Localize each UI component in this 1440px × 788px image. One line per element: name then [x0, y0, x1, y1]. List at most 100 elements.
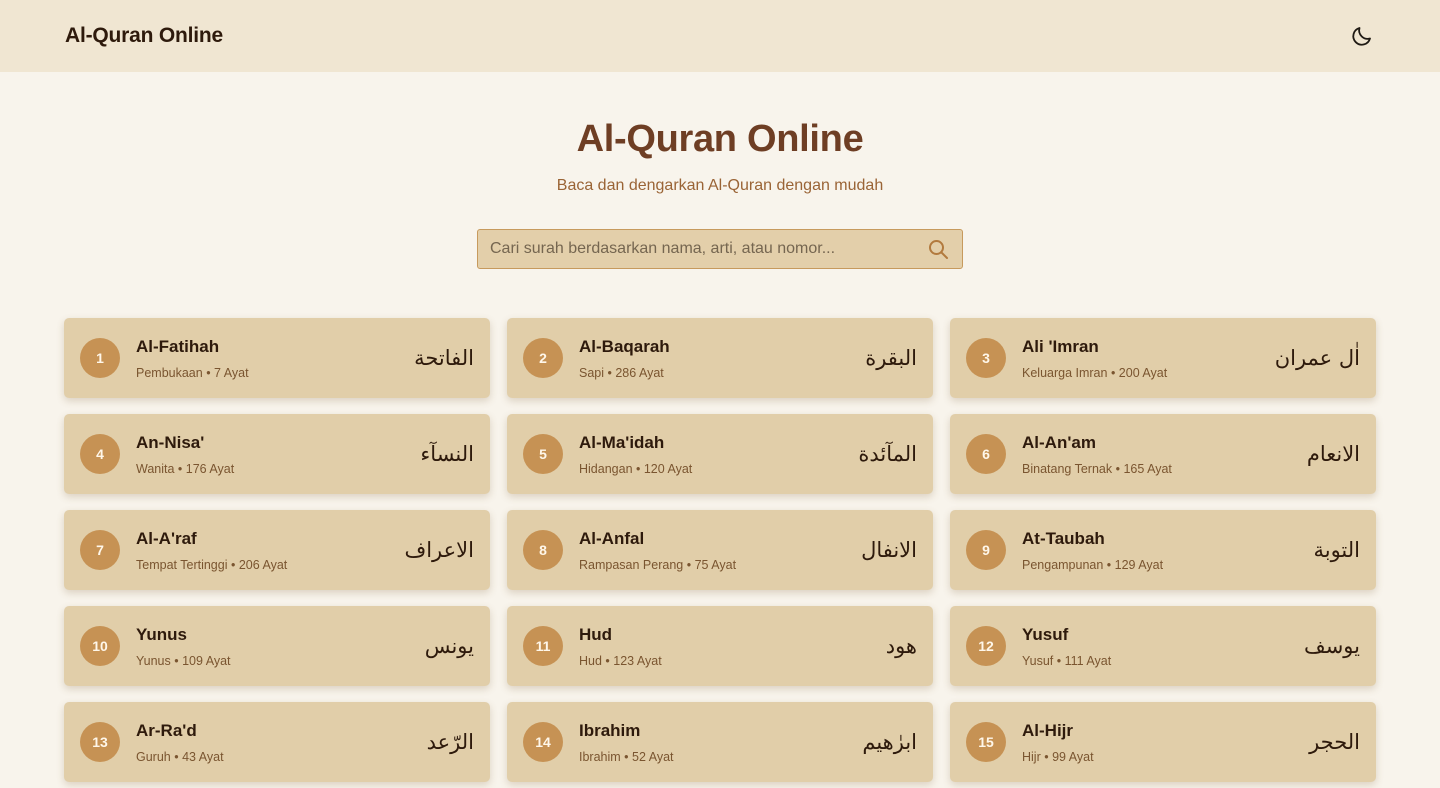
brand-title[interactable]: Al-Quran Online — [65, 24, 223, 48]
surah-info: Ar-Ra'd Guruh • 43 Ayat — [136, 721, 427, 764]
surah-number-badge: 1 — [80, 338, 120, 378]
surah-card[interactable]: 10 Yunus Yunus • 109 Ayat يونس — [64, 606, 490, 686]
search-input[interactable] — [490, 240, 926, 258]
surah-arabic-name: الرّعد — [426, 730, 474, 754]
surah-latin-name: Al-Anfal — [579, 528, 645, 548]
surah-latin-name: An-Nisa' — [136, 432, 205, 452]
surah-info: Ibrahim Ibrahim • 52 Ayat — [579, 721, 862, 764]
surah-arabic-name: ابرٰهيم — [862, 730, 917, 754]
surah-info: Al-A'raf Tempat Tertinggi • 206 Ayat — [136, 529, 404, 572]
surah-arabic-name: النسآء — [420, 442, 474, 466]
page-subtitle: Baca dan dengarkan Al-Quran dengan mudah — [556, 177, 884, 194]
surah-card[interactable]: 2 Al-Baqarah Sapi • 286 Ayat البقرة — [507, 318, 933, 398]
surah-card[interactable]: 8 Al-Anfal Rampasan Perang • 75 Ayat الانفا… — [507, 510, 933, 590]
navbar: Al-Quran Online — [0, 0, 1440, 72]
search-icon[interactable] — [926, 237, 950, 261]
surah-latin-name: Al-A'raf — [136, 528, 197, 548]
surah-meta: Wanita • 176 Ayat — [136, 462, 420, 476]
surah-meaning: Pembukaan — [136, 365, 203, 380]
surah-number-badge: 14 — [523, 722, 563, 762]
surah-card[interactable]: 9 At-Taubah Pengampunan • 129 Ayat التوبة — [950, 510, 1376, 590]
theme-toggle-button[interactable] — [1348, 22, 1376, 50]
surah-meta: Tempat Tertinggi • 206 Ayat — [136, 558, 404, 572]
surah-latin-name: Al-Fatihah — [136, 336, 220, 356]
surah-meaning: Hijr — [1022, 749, 1041, 764]
surah-meaning: Binatang Ternak — [1022, 461, 1113, 476]
surah-card[interactable]: 15 Al-Hijr Hijr • 99 Ayat الحجر — [950, 702, 1376, 782]
meta-separator: • — [174, 461, 186, 476]
surah-info: Al-An'am Binatang Ternak • 165 Ayat — [1022, 433, 1307, 476]
surah-meaning: Tempat Tertinggi — [136, 557, 228, 572]
surah-card[interactable]: 11 Hud Hud • 123 Ayat هود — [507, 606, 933, 686]
meta-separator: • — [604, 365, 616, 380]
meta-separator: • — [1112, 461, 1124, 476]
surah-arabic-name: المآئدة — [858, 442, 917, 466]
surah-arabic-name: الحجر — [1309, 730, 1360, 754]
surah-meaning: Wanita — [136, 461, 175, 476]
meta-separator: • — [620, 749, 633, 764]
surah-info: At-Taubah Pengampunan • 129 Ayat — [1022, 529, 1313, 572]
surah-arabic-name: الفاتحة — [414, 346, 474, 370]
surah-card[interactable]: 13 Ar-Ra'd Guruh • 43 Ayat الرّعد — [64, 702, 490, 782]
surah-latin-name: Al-Hijr — [1022, 720, 1073, 740]
surah-arabic-name: يونس — [424, 634, 474, 658]
surah-ayat-count: 120 Ayat — [643, 461, 693, 476]
surah-latin-name: Al-An'am — [1022, 432, 1096, 452]
surah-ayat-count: 129 Ayat — [1114, 557, 1164, 572]
surah-ayat-count: 109 Ayat — [182, 653, 231, 668]
meta-separator: • — [170, 749, 183, 764]
surah-meaning: Keluarga Imran — [1022, 365, 1108, 380]
surah-card[interactable]: 14 Ibrahim Ibrahim • 52 Ayat ابرٰهيم — [507, 702, 933, 782]
surah-meta: Hidangan • 120 Ayat — [579, 462, 858, 476]
surah-latin-name: Yunus — [136, 624, 188, 644]
surah-card[interactable]: 12 Yusuf Yusuf • 111 Ayat يوسف — [950, 606, 1376, 686]
surah-meta: Sapi • 286 Ayat — [579, 366, 865, 380]
surah-meta: Rampasan Perang • 75 Ayat — [579, 558, 861, 572]
hero: Al-Quran Online Baca dan dengarkan Al-Qu… — [0, 72, 1440, 269]
surah-meta: Hijr • 99 Ayat — [1022, 750, 1309, 764]
surah-number-badge: 8 — [523, 530, 563, 570]
surah-meta: Keluarga Imran • 200 Ayat — [1022, 366, 1275, 380]
surah-info: Hud Hud • 123 Ayat — [579, 625, 886, 668]
surah-ayat-count: 99 Ayat — [1052, 749, 1094, 764]
surah-meaning: Pengampunan — [1022, 557, 1104, 572]
surah-meta: Yusuf • 111 Ayat — [1022, 654, 1304, 668]
moon-icon — [1352, 27, 1371, 46]
surah-number-badge: 10 — [80, 626, 120, 666]
surah-card[interactable]: 7 Al-A'raf Tempat Tertinggi • 206 Ayat الاع… — [64, 510, 490, 590]
surah-latin-name: At-Taubah — [1022, 528, 1105, 548]
surah-card[interactable]: 6 Al-An'am Binatang Ternak • 165 Ayat الانع… — [950, 414, 1376, 494]
surah-number-badge: 13 — [80, 722, 120, 762]
surah-number-badge: 3 — [966, 338, 1006, 378]
meta-separator: • — [1107, 365, 1119, 380]
surah-meta: Yunus • 109 Ayat — [136, 654, 425, 668]
surah-ayat-count: 176 Ayat — [185, 461, 235, 476]
surah-arabic-name: يوسف — [1303, 634, 1360, 658]
surah-number-badge: 6 — [966, 434, 1006, 474]
surah-arabic-name: الانفال — [861, 538, 917, 562]
surah-meta: Hud • 123 Ayat — [579, 654, 886, 668]
surah-number-badge: 7 — [80, 530, 120, 570]
surah-ayat-count: 52 Ayat — [632, 749, 674, 764]
surah-arabic-name: البقرة — [865, 346, 917, 370]
meta-separator: • — [202, 365, 215, 380]
surah-ayat-count: 111 Ayat — [1064, 653, 1112, 668]
surah-ayat-count: 165 Ayat — [1123, 461, 1172, 476]
surah-info: Al-Fatihah Pembukaan • 7 Ayat — [136, 337, 414, 380]
surah-number-badge: 5 — [523, 434, 563, 474]
surah-info: Al-Baqarah Sapi • 286 Ayat — [579, 337, 865, 380]
meta-separator: • — [1053, 653, 1065, 668]
surah-card[interactable]: 5 Al-Ma'idah Hidangan • 120 Ayat المآئدة — [507, 414, 933, 494]
surah-number-badge: 2 — [523, 338, 563, 378]
surah-info: An-Nisa' Wanita • 176 Ayat — [136, 433, 420, 476]
surah-ayat-count: 200 Ayat — [1118, 365, 1168, 380]
surah-number-badge: 9 — [966, 530, 1006, 570]
surah-ayat-count: 123 Ayat — [613, 653, 662, 668]
surah-meta: Binatang Ternak • 165 Ayat — [1022, 462, 1307, 476]
surah-latin-name: Al-Ma'idah — [579, 432, 665, 452]
surah-arabic-name: الاعراف — [404, 538, 474, 562]
surah-card[interactable]: 4 An-Nisa' Wanita • 176 Ayat النسآء — [64, 414, 490, 494]
surah-card[interactable]: 1 Al-Fatihah Pembukaan • 7 Ayat الفاتحة — [64, 318, 490, 398]
surah-card[interactable]: 3 Ali 'Imran Keluarga Imran • 200 Ayat اٰل … — [950, 318, 1376, 398]
surah-ayat-count: 7 Ayat — [214, 365, 249, 380]
